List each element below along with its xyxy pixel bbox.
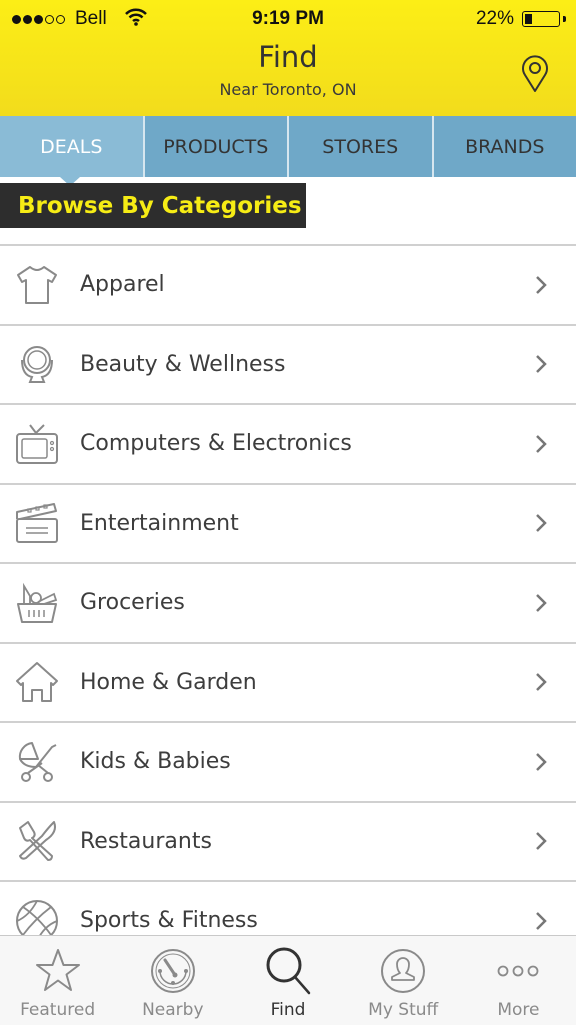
location-subtitle: Near Toronto, ON bbox=[0, 80, 576, 99]
clapperboard-icon bbox=[14, 500, 60, 546]
user-icon bbox=[378, 946, 428, 996]
tabbar-nearby[interactable]: Nearby bbox=[115, 936, 230, 1025]
tabbar-label: My Stuff bbox=[346, 1000, 461, 1020]
battery-tip bbox=[563, 16, 566, 22]
utensils-icon bbox=[14, 818, 60, 864]
category-label: Groceries bbox=[80, 590, 185, 615]
battery-percent: 22% bbox=[476, 8, 514, 30]
category-list: Apparel Beauty & Wellness Computers & El… bbox=[0, 244, 576, 962]
category-row-apparel[interactable]: Apparel bbox=[0, 246, 576, 326]
category-row-restaurants[interactable]: Restaurants bbox=[0, 803, 576, 883]
tv-icon bbox=[14, 421, 60, 467]
chevron-right-icon bbox=[534, 910, 548, 932]
tshirt-icon bbox=[14, 262, 60, 308]
tabbar-label: Find bbox=[230, 1000, 345, 1020]
status-bar: Bell 9:19 PM 22% bbox=[0, 0, 576, 40]
map-pin-icon[interactable] bbox=[520, 55, 550, 93]
radar-icon bbox=[148, 946, 198, 996]
category-label: Restaurants bbox=[80, 829, 212, 854]
basket-icon bbox=[14, 580, 60, 626]
category-row-groceries[interactable]: Groceries bbox=[0, 564, 576, 644]
tabbar-my-stuff[interactable]: My Stuff bbox=[346, 936, 461, 1025]
tabbar-label: Featured bbox=[0, 1000, 115, 1020]
tab-products[interactable]: PRODUCTS bbox=[143, 116, 288, 177]
category-label: Beauty & Wellness bbox=[80, 352, 285, 377]
chevron-right-icon bbox=[534, 353, 548, 375]
category-row-computers[interactable]: Computers & Electronics bbox=[0, 405, 576, 485]
chevron-right-icon bbox=[534, 830, 548, 852]
category-label: Sports & Fitness bbox=[80, 908, 258, 933]
search-icon bbox=[263, 946, 313, 996]
page-title: Find bbox=[0, 40, 576, 74]
tab-deals[interactable]: DEALS bbox=[0, 116, 143, 177]
chevron-right-icon bbox=[534, 512, 548, 534]
category-label: Entertainment bbox=[80, 511, 239, 536]
category-row-home[interactable]: Home & Garden bbox=[0, 644, 576, 724]
house-icon bbox=[14, 659, 60, 705]
battery-icon bbox=[522, 11, 560, 27]
category-label: Apparel bbox=[80, 272, 165, 297]
tabbar-label: More bbox=[461, 1000, 576, 1020]
chevron-right-icon bbox=[534, 671, 548, 693]
chevron-right-icon bbox=[534, 751, 548, 773]
bottom-tab-bar: Featured Nearby Find My Stuff bbox=[0, 935, 576, 1025]
category-label: Home & Garden bbox=[80, 670, 257, 695]
more-dots-icon bbox=[493, 946, 543, 996]
category-row-kids[interactable]: Kids & Babies bbox=[0, 723, 576, 803]
tabbar-label: Nearby bbox=[115, 1000, 230, 1020]
segment-tabs: DEALS PRODUCTS STORES BRANDS bbox=[0, 116, 576, 177]
star-icon bbox=[33, 946, 83, 996]
tabbar-more[interactable]: More bbox=[461, 936, 576, 1025]
chevron-right-icon bbox=[534, 274, 548, 296]
category-label: Computers & Electronics bbox=[80, 431, 352, 456]
tab-brands[interactable]: BRANDS bbox=[432, 116, 576, 177]
section-title: Browse By Categories bbox=[0, 183, 306, 228]
tab-stores[interactable]: STORES bbox=[287, 116, 432, 177]
header: Bell 9:19 PM 22% Find Near Toronto, ON bbox=[0, 0, 576, 116]
chevron-right-icon bbox=[534, 433, 548, 455]
category-row-entertainment[interactable]: Entertainment bbox=[0, 485, 576, 565]
category-label: Kids & Babies bbox=[80, 749, 231, 774]
chevron-right-icon bbox=[534, 592, 548, 614]
mirror-icon bbox=[14, 341, 60, 387]
tabbar-featured[interactable]: Featured bbox=[0, 936, 115, 1025]
tabbar-find[interactable]: Find bbox=[230, 936, 345, 1025]
category-row-beauty[interactable]: Beauty & Wellness bbox=[0, 326, 576, 406]
stroller-icon bbox=[14, 739, 60, 785]
